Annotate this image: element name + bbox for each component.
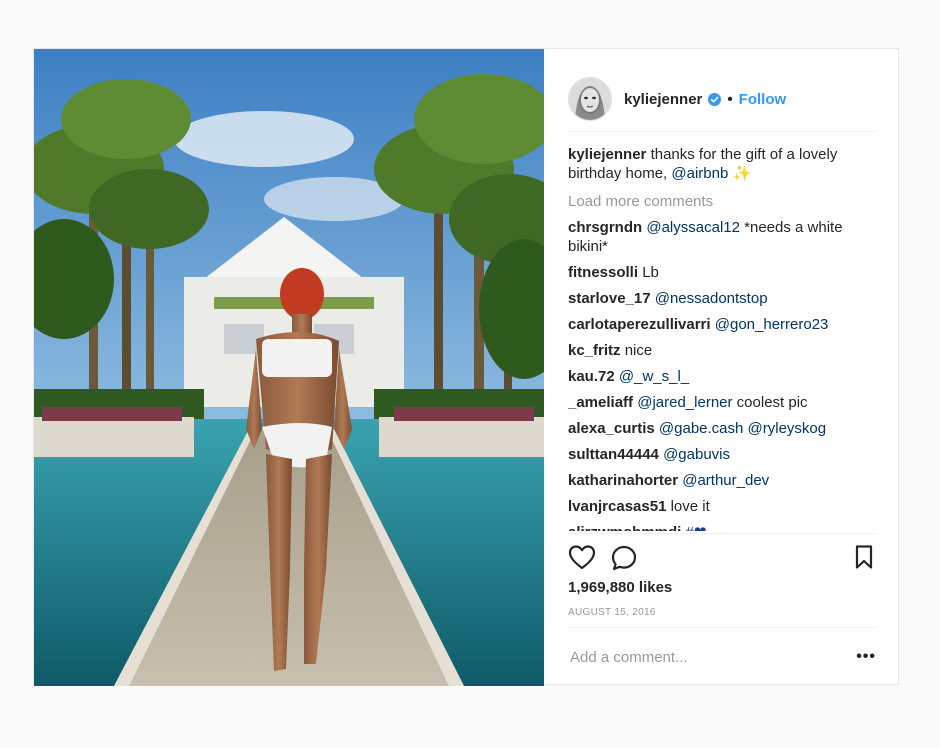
speech-bubble-icon[interactable] <box>610 544 638 577</box>
post-card: kyliejenner • Follow kyliejenner thanks … <box>33 48 900 686</box>
follow-button[interactable]: Follow <box>739 91 787 108</box>
post-photo[interactable] <box>34 49 544 686</box>
comment-mention[interactable]: @alyssacal12 <box>646 219 740 236</box>
comment-mention[interactable]: @jared_lerner <box>637 394 732 411</box>
comment-item: chrsgrndn @alyssacal12 *needs a white bi… <box>568 218 876 256</box>
comment-item: kau.72 @_w_s_l_ <box>568 367 876 386</box>
comment-mention[interactable]: @arthur_dev <box>682 472 769 489</box>
comment-username[interactable]: lvanjrcasas51 <box>568 498 666 515</box>
comment-item: alirzwmohmmdi #❤ <box>568 523 876 531</box>
post-caption: kyliejenner thanks for the gift of a lov… <box>568 145 876 183</box>
separator-dot: • <box>727 90 733 108</box>
likes-count[interactable]: 1,969,880 likes <box>568 579 672 596</box>
comment-item: fitnessolli Lb <box>568 263 876 282</box>
comment-username[interactable]: carlotaperezullivarri <box>568 316 711 333</box>
comment-text: love it <box>670 498 710 515</box>
comment-username[interactable]: sulttan44444 <box>568 446 659 463</box>
comment-username[interactable]: starlove_17 <box>568 290 651 307</box>
comment-mention[interactable]: @gon_herrero23 <box>715 316 829 333</box>
comment-text: #❤ <box>686 524 707 531</box>
comment-text: Lb <box>642 264 659 281</box>
comment-item: sulttan44444 @gabuvis <box>568 445 876 464</box>
add-comment-input[interactable] <box>568 647 832 667</box>
comment-username[interactable]: chrsgrndn <box>568 219 642 236</box>
comment-item: carlotaperezullivarri @gon_herrero23 <box>568 315 876 334</box>
comment-username[interactable]: fitnessolli <box>568 264 638 281</box>
post-username[interactable]: kyliejenner <box>624 91 702 108</box>
post-date[interactable]: AUGUST 15, 2016 <box>568 607 656 618</box>
comment-item: starlove_17 @nessadontstop <box>568 289 876 308</box>
comment-username[interactable]: alirzwmohmmdi <box>568 524 681 531</box>
comment-mention[interactable]: @gabe.cash @ryleyskog <box>659 420 826 437</box>
comment-item: _ameliaff @jared_lerner coolest pic <box>568 393 876 412</box>
comment-mention[interactable]: @_w_s_l_ <box>619 368 689 385</box>
more-options-button[interactable]: ••• <box>856 648 876 666</box>
load-more-comments-button[interactable]: Load more comments <box>568 192 876 211</box>
comment-username[interactable]: alexa_curtis <box>568 420 655 437</box>
heart-outline-icon[interactable] <box>568 544 596 575</box>
verified-badge-icon <box>708 92 722 106</box>
comment-mention[interactable]: @gabuvis <box>663 446 730 463</box>
comment-item: alexa_curtis @gabe.cash @ryleyskog <box>568 419 876 438</box>
comment-item: katharinahorter @arthur_dev <box>568 471 876 490</box>
add-comment-section: ••• <box>568 627 876 686</box>
comment-username[interactable]: kc_fritz <box>568 342 621 359</box>
comment-username[interactable]: katharinahorter <box>568 472 678 489</box>
comments-list[interactable]: kyliejenner thanks for the gift of a lov… <box>568 145 876 531</box>
comment-item: kc_fritz nice <box>568 341 876 360</box>
comment-text: coolest pic <box>736 394 808 411</box>
post-sidebar: kyliejenner • Follow kyliejenner thanks … <box>544 49 900 686</box>
avatar-image <box>569 78 611 120</box>
comment-text: nice <box>624 342 653 359</box>
caption-username[interactable]: kyliejenner <box>568 146 646 163</box>
comment-username[interactable]: kau.72 <box>568 368 615 385</box>
comment-username[interactable]: _ameliaff <box>568 394 633 411</box>
bookmark-icon[interactable] <box>854 544 874 575</box>
post-header: kyliejenner • Follow <box>568 67 876 132</box>
avatar[interactable] <box>568 77 612 121</box>
comment-mention[interactable]: @nessadontstop <box>655 290 768 307</box>
comment-item: lvanjrcasas51 love it <box>568 497 876 516</box>
caption-mention[interactable]: @airbnb <box>671 165 728 182</box>
pool-scene-image <box>34 49 544 686</box>
sparkles-emoji: ✨ <box>732 165 752 182</box>
post-actions-bar <box>568 533 876 584</box>
